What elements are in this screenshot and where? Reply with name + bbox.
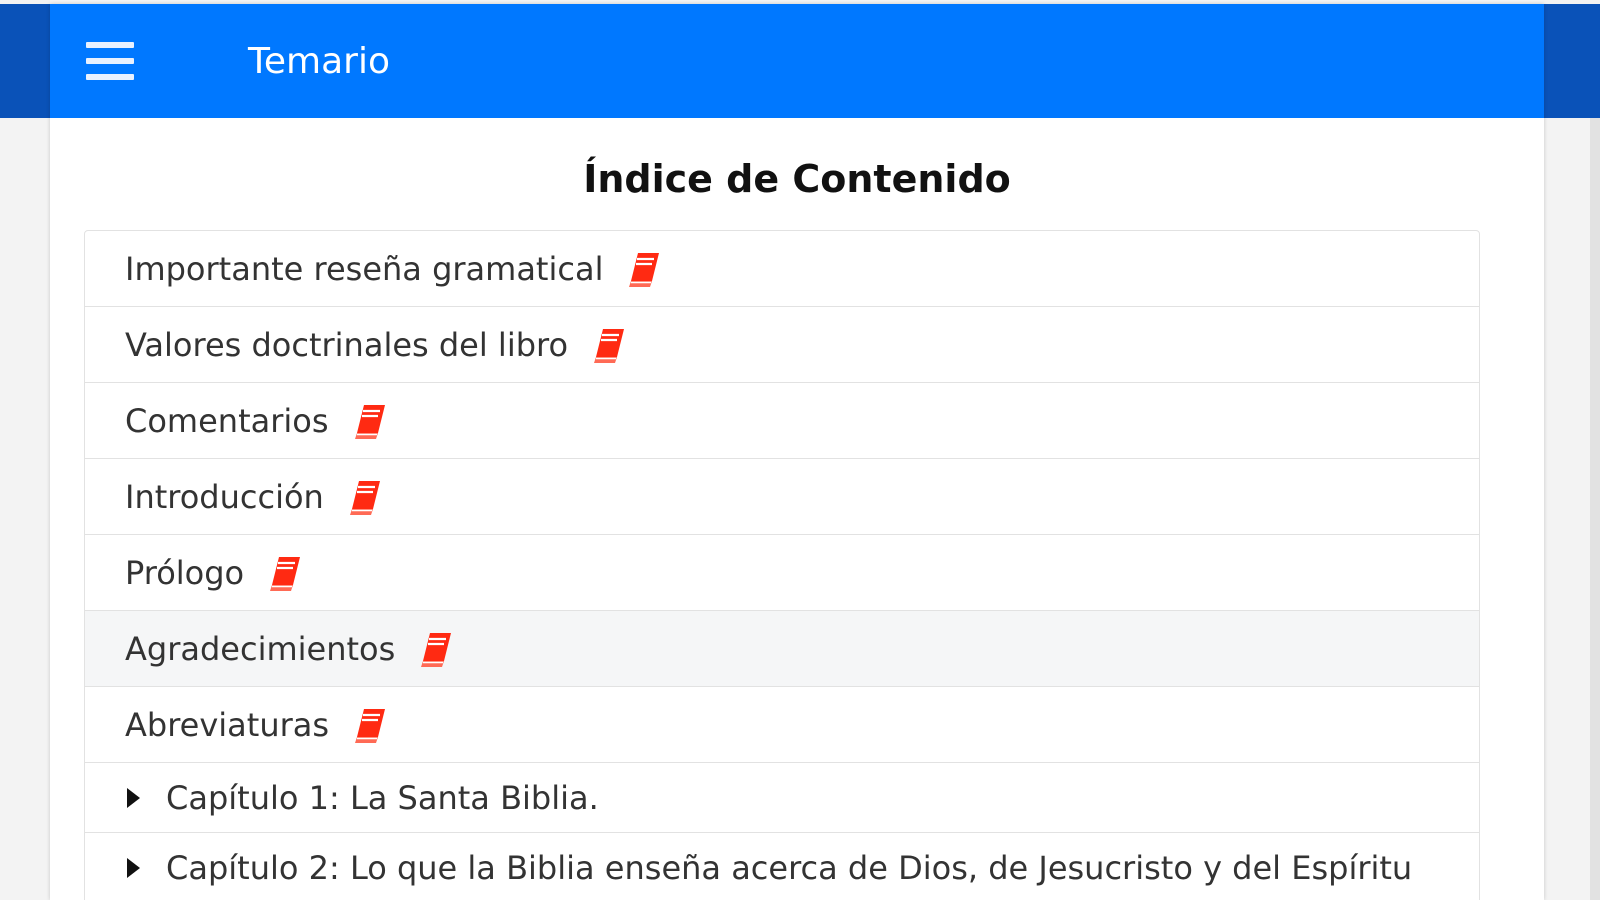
toc-chapter-2[interactable]: Capítulo 2: Lo que la Biblia enseña acer… — [85, 833, 1479, 900]
right-edge-shade — [1590, 118, 1600, 900]
toc-item-label: Introducción — [125, 477, 324, 516]
screen: Temario Índice de Contenido Importante r… — [0, 0, 1600, 900]
red-book-icon — [594, 328, 625, 363]
toc-item-agradecimientos[interactable]: Agradecimientos — [85, 611, 1479, 687]
red-book-icon — [349, 480, 380, 515]
top-toolbar: Temario — [50, 4, 1544, 118]
toc-item-valores-doctrinales[interactable]: Valores doctrinales del libro — [85, 307, 1479, 383]
right-edge-strip — [1544, 4, 1600, 118]
red-book-icon — [355, 708, 386, 743]
toc-item-resena-gramatical[interactable]: Importante reseña gramatical — [85, 231, 1479, 307]
toc-chapter-label: Capítulo 1: La Santa Biblia. — [166, 778, 599, 817]
toc-item-abreviaturas[interactable]: Abreviaturas — [85, 687, 1479, 763]
toc-item-prologo[interactable]: Prólogo — [85, 535, 1479, 611]
toc-item-label: Abreviaturas — [125, 705, 330, 744]
toolbar-title: Temario — [248, 41, 390, 82]
toc-item-label: Prólogo — [125, 553, 245, 592]
toc-item-comentarios[interactable]: Comentarios — [85, 383, 1479, 459]
toc-item-label: Comentarios — [125, 401, 329, 440]
red-book-icon — [629, 252, 660, 287]
toc-item-label: Valores doctrinales del libro — [125, 325, 569, 364]
toc-chapter-1[interactable]: Capítulo 1: La Santa Biblia. — [85, 763, 1479, 833]
red-book-icon — [354, 404, 385, 439]
toc-chapter-label: Capítulo 2: Lo que la Biblia enseña acer… — [166, 848, 1413, 887]
toc-item-label: Importante reseña gramatical — [125, 249, 604, 288]
table-of-contents: Importante reseña gramatical Valores doc… — [84, 230, 1480, 900]
left-edge-strip — [0, 4, 50, 118]
page-title: Índice de Contenido — [583, 157, 1011, 201]
red-book-icon — [421, 632, 452, 667]
expand-caret-icon[interactable] — [127, 787, 140, 808]
toc-item-introduccion[interactable]: Introducción — [85, 459, 1479, 535]
app-window: Temario Índice de Contenido Importante r… — [50, 4, 1544, 900]
hamburger-menu-icon[interactable] — [80, 38, 138, 84]
toc-item-label: Agradecimientos — [125, 629, 396, 668]
red-book-icon — [270, 556, 301, 591]
expand-caret-icon[interactable] — [127, 857, 140, 878]
